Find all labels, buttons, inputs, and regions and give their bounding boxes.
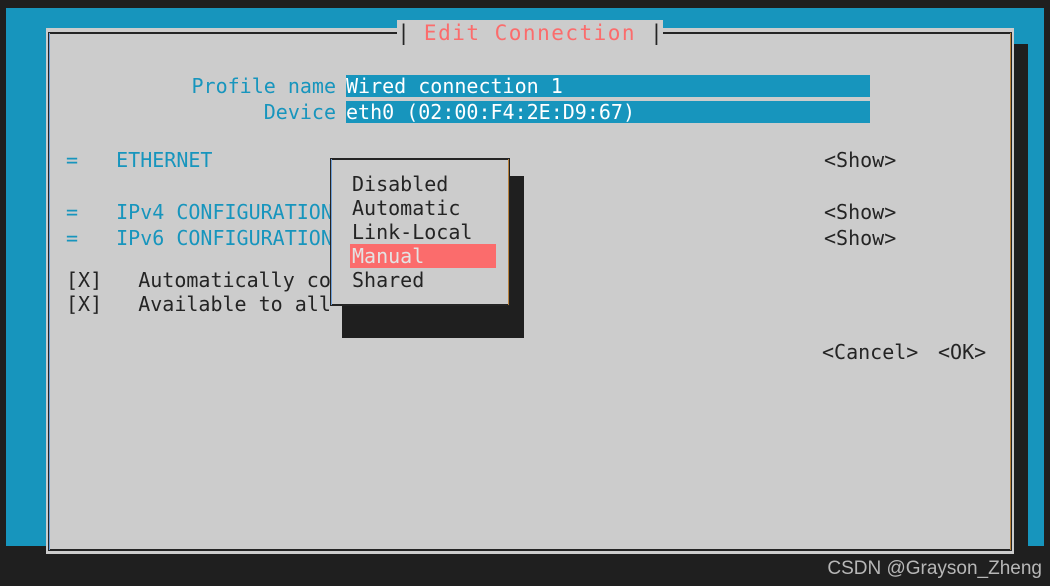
backdrop-right-strip [1028,8,1044,546]
dialog-body: Profile name ______________________ Wire… [56,52,1004,546]
field-device: Device ________________ eth0 (02:00:F4:2… [56,100,870,124]
profile-name-value: Wired connection 1 [346,75,563,97]
section-label-ipv6: IPv6 CONFIGURATION [116,226,333,250]
device-select[interactable]: ________________ eth0 (02:00:F4:2E:D9:67… [346,101,870,123]
field-profile-name: Profile name ______________________ Wire… [56,74,870,98]
section-ipv4-configuration[interactable]: = IPv4 CONFIGURATION [66,200,333,224]
checkbox-available-to-all-users[interactable]: [X] Available to all [66,292,331,316]
dropdown-option-list: Disabled Automatic Link-Local Manual Sha… [350,172,498,292]
checkbox-box-available-to-all: [X] [66,292,103,316]
profile-name-input[interactable]: ______________________ Wired connection … [346,75,870,97]
section-label-ipv4: IPv4 CONFIGURATION [116,200,333,224]
ipv4-configuration-method-dropdown[interactable]: Disabled Automatic Link-Local Manual Sha… [330,158,510,306]
checkbox-label-available-to-all: Available to all [138,292,331,316]
section-marker-ipv6-icon: = [66,226,79,250]
terminal-screen: | Edit Connection | Profile name _______… [0,0,1050,586]
dropdown-option-automatic[interactable]: Automatic [350,196,498,220]
field-label-device: Device [263,100,336,124]
ok-button[interactable]: <OK> [938,340,986,364]
section-label-ethernet: ETHERNET [116,148,213,172]
field-label-profile-name: Profile name [191,74,337,98]
watermark: CSDN @Grayson_Zheng [827,558,1042,579]
checkbox-box-automatically-connect: [X] [66,268,103,292]
show-button-ipv6[interactable]: <Show> [824,226,896,250]
device-value: eth0 (02:00:F4:2E:D9:67) [346,101,635,123]
dropdown-option-shared[interactable]: Shared [350,268,498,292]
show-button-ipv4[interactable]: <Show> [824,200,896,224]
dropdown-option-disabled[interactable]: Disabled [350,172,498,196]
dropdown-option-link-local[interactable]: Link-Local [350,220,498,244]
section-marker-ipv4-icon: = [66,200,79,224]
section-ethernet[interactable]: = ETHERNET [66,148,212,172]
checkbox-automatically-connect[interactable]: [X] Automatically co [66,268,331,292]
section-ipv6-configuration[interactable]: = IPv6 CONFIGURATION [66,226,333,250]
dropdown-option-manual[interactable]: Manual [350,244,496,268]
cancel-button[interactable]: <Cancel> [822,340,918,364]
checkbox-label-automatically-connect: Automatically co [138,268,331,292]
show-button-ethernet[interactable]: <Show> [824,148,896,172]
section-marker-ethernet-icon: = [66,148,79,172]
